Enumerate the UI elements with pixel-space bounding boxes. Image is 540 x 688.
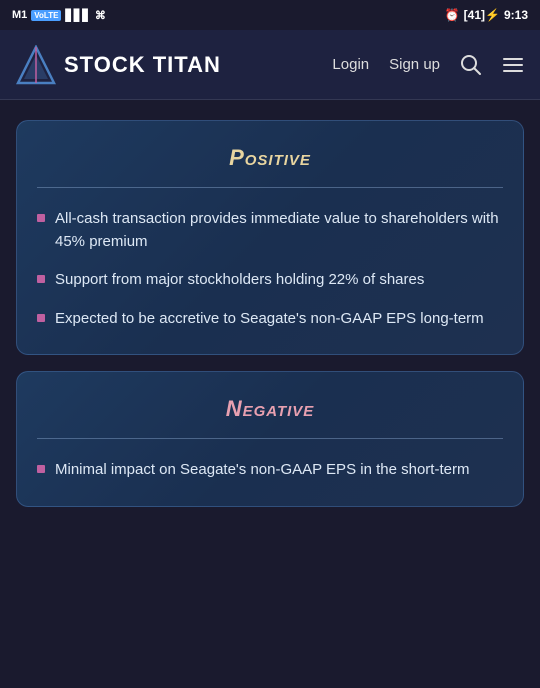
wifi-icon: ⌘ bbox=[95, 9, 106, 22]
logo-icon bbox=[16, 45, 56, 85]
logo-area: STOCK TITAN bbox=[16, 45, 332, 85]
list-item: Minimal impact on Seagate's non-GAAP EPS… bbox=[37, 459, 503, 482]
negative-card: Negative Minimal impact on Seagate's non… bbox=[16, 371, 524, 507]
time-label: 9:13 bbox=[504, 8, 528, 22]
negative-item-1-text: Minimal impact on Seagate's non-GAAP EPS… bbox=[55, 459, 469, 482]
positive-card-title: Positive bbox=[37, 145, 503, 171]
positive-item-2-text: Support from major stockholders holding … bbox=[55, 269, 424, 292]
volte-badge: VoLTE bbox=[31, 10, 61, 21]
negative-card-list: Minimal impact on Seagate's non-GAAP EPS… bbox=[37, 459, 503, 482]
status-bar: M1 VoLTE ▋▋▋ ⌘ ⏰ [41]⚡ 9:13 bbox=[0, 0, 540, 30]
positive-card: Positive All-cash transaction provides i… bbox=[16, 120, 524, 355]
carrier-label: M1 bbox=[12, 9, 27, 21]
bullet-icon bbox=[37, 214, 45, 222]
signup-link[interactable]: Sign up bbox=[389, 56, 440, 73]
list-item: Expected to be accretive to Seagate's no… bbox=[37, 308, 503, 331]
status-right: ⏰ [41]⚡ 9:13 bbox=[445, 8, 528, 22]
main-content: Positive All-cash transaction provides i… bbox=[0, 100, 540, 527]
positive-item-3-text: Expected to be accretive to Seagate's no… bbox=[55, 308, 484, 331]
menu-icon[interactable] bbox=[502, 54, 524, 76]
alarm-icon: ⏰ bbox=[445, 8, 460, 22]
navbar: STOCK TITAN Login Sign up bbox=[0, 30, 540, 100]
positive-item-1-text: All-cash transaction provides immediate … bbox=[55, 208, 503, 253]
nav-links: Login Sign up bbox=[332, 54, 524, 76]
signal-icon: ▋▋▋ bbox=[65, 9, 90, 22]
list-item: All-cash transaction provides immediate … bbox=[37, 208, 503, 253]
battery-label: [41]⚡ bbox=[464, 8, 500, 22]
negative-card-divider bbox=[37, 438, 503, 439]
login-link[interactable]: Login bbox=[332, 56, 369, 73]
negative-card-title: Negative bbox=[37, 396, 503, 422]
list-item: Support from major stockholders holding … bbox=[37, 269, 503, 292]
positive-card-list: All-cash transaction provides immediate … bbox=[37, 208, 503, 330]
search-icon[interactable] bbox=[460, 54, 482, 76]
positive-card-divider bbox=[37, 187, 503, 188]
bullet-icon bbox=[37, 275, 45, 283]
app-name-label: STOCK TITAN bbox=[64, 52, 221, 78]
bullet-icon bbox=[37, 465, 45, 473]
bullet-icon bbox=[37, 314, 45, 322]
status-left: M1 VoLTE ▋▋▋ ⌘ bbox=[12, 9, 106, 22]
